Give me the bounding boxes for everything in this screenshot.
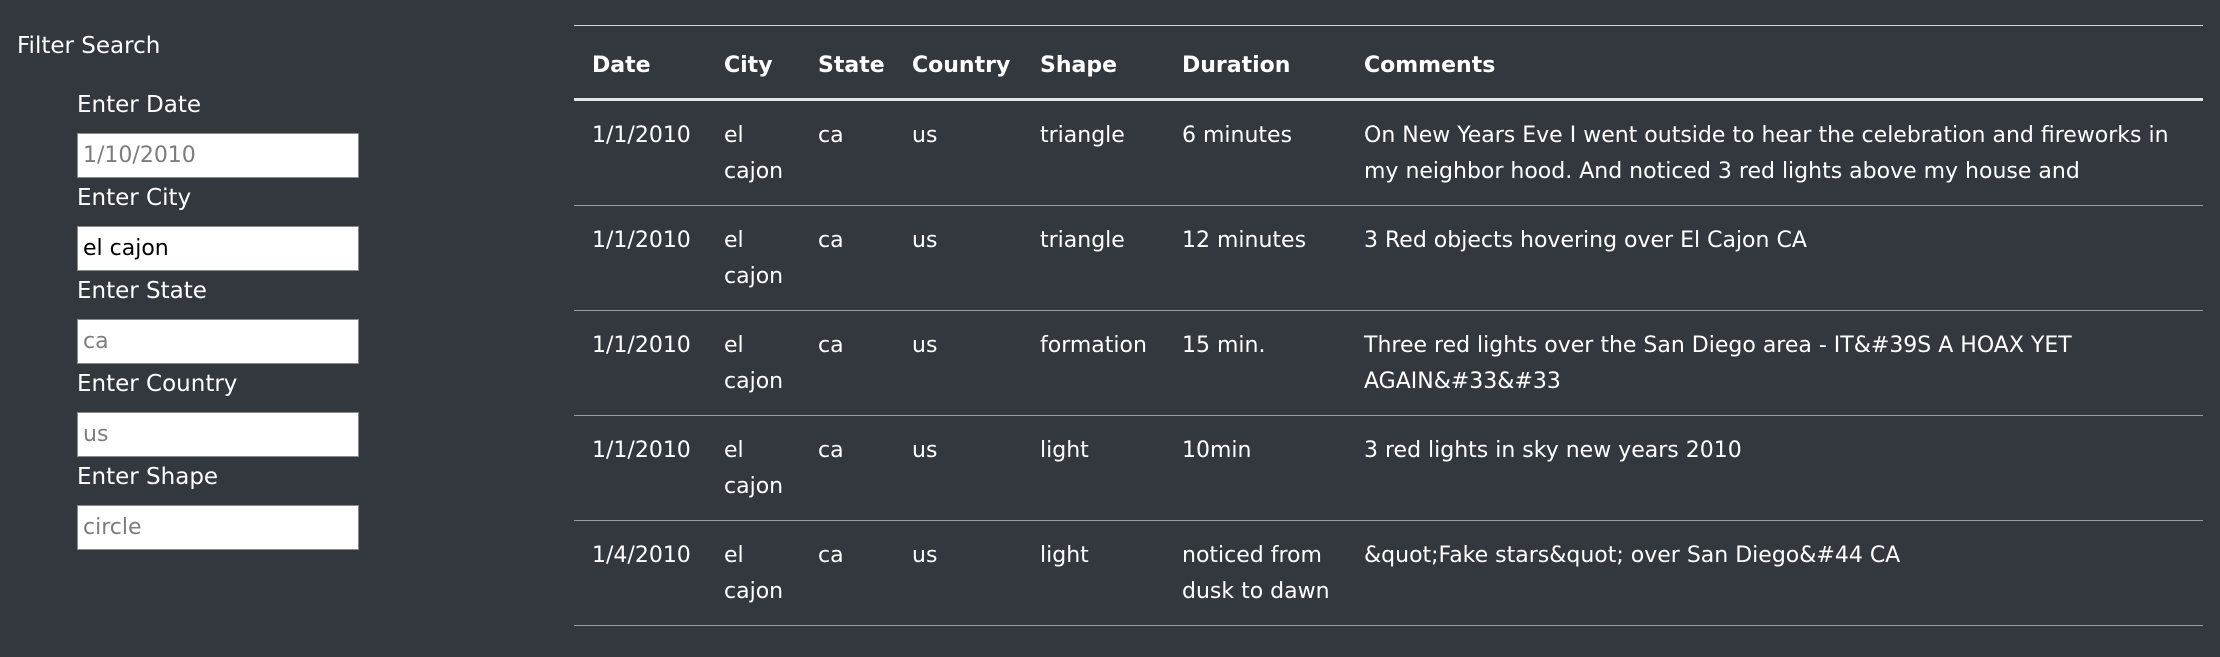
column-header-state: State — [800, 25, 894, 101]
cell-state: ca — [800, 520, 894, 626]
table-row: 1/4/2010 el cajon ca us light noticed fr… — [574, 520, 2203, 626]
column-header-shape: Shape — [1022, 25, 1164, 101]
cell-shape: light — [1022, 520, 1164, 626]
column-header-duration: Duration — [1164, 25, 1346, 101]
cell-comments: 3 red lights in sky new years 2010 — [1346, 415, 2203, 521]
table-body: 1/1/2010 el cajon ca us triangle 6 minut… — [574, 99, 2203, 626]
cell-comments: &quot;Fake stars&quot; over San Diego&#4… — [1346, 520, 2203, 626]
column-header-country: Country — [894, 25, 1022, 101]
table-row: 1/1/2010 el cajon ca us triangle 6 minut… — [574, 99, 2203, 206]
column-header-comments: Comments — [1346, 25, 2203, 101]
filter-item-country: Enter Country — [77, 368, 377, 461]
cell-duration: 15 min. — [1164, 310, 1346, 416]
column-header-city: City — [706, 25, 800, 101]
shape-label: Enter Shape — [77, 464, 219, 490]
cell-country: us — [894, 415, 1022, 521]
ufo-sightings-table: Date City State Country Shape Duration C… — [574, 25, 2203, 626]
country-label: Enter Country — [77, 371, 238, 397]
cell-comments: On New Years Eve I went outside to hear … — [1346, 99, 2203, 206]
filter-search-title: Filter Search — [17, 33, 161, 59]
table-row: 1/1/2010 el cajon ca us formation 15 min… — [574, 310, 2203, 416]
city-input[interactable] — [77, 226, 359, 271]
cell-date: 1/1/2010 — [574, 205, 706, 311]
cell-city: el cajon — [706, 205, 800, 311]
city-label: Enter City — [77, 185, 192, 211]
header-row: Date City State Country Shape Duration C… — [574, 25, 2203, 101]
cell-state: ca — [800, 415, 894, 521]
table-row: 1/1/2010 el cajon ca us light 10min 3 re… — [574, 415, 2203, 521]
table-row: 1/1/2010 el cajon ca us triangle 12 minu… — [574, 205, 2203, 311]
filter-item-state: Enter State — [77, 275, 377, 368]
shape-input[interactable] — [77, 505, 359, 550]
state-label: Enter State — [77, 278, 207, 304]
country-input[interactable] — [77, 412, 359, 457]
cell-country: us — [894, 310, 1022, 416]
cell-state: ca — [800, 99, 894, 206]
cell-city: el cajon — [706, 99, 800, 206]
cell-date: 1/1/2010 — [574, 99, 706, 206]
cell-date: 1/1/2010 — [574, 310, 706, 416]
cell-shape: formation — [1022, 310, 1164, 416]
filter-item-date: Enter Date — [77, 89, 377, 182]
filter-item-city: Enter City — [77, 182, 377, 275]
filter-list: Enter Date Enter City Enter State Enter … — [77, 89, 377, 554]
cell-state: ca — [800, 205, 894, 311]
cell-duration: 12 minutes — [1164, 205, 1346, 311]
state-input[interactable] — [77, 319, 359, 364]
cell-comments: Three red lights over the San Diego area… — [1346, 310, 2203, 416]
cell-shape: light — [1022, 415, 1164, 521]
filter-panel: Filter Search Enter Date Enter City Ente… — [0, 0, 560, 657]
cell-country: us — [894, 205, 1022, 311]
cell-duration: 10min — [1164, 415, 1346, 521]
cell-shape: triangle — [1022, 205, 1164, 311]
cell-city: el cajon — [706, 310, 800, 416]
cell-date: 1/4/2010 — [574, 520, 706, 626]
cell-city: el cajon — [706, 415, 800, 521]
cell-duration: 6 minutes — [1164, 99, 1346, 206]
cell-date: 1/1/2010 — [574, 415, 706, 521]
cell-comments: 3 Red objects hovering over El Cajon CA — [1346, 205, 2203, 311]
cell-country: us — [894, 520, 1022, 626]
cell-country: us — [894, 99, 1022, 206]
cell-shape: triangle — [1022, 99, 1164, 206]
cell-city: el cajon — [706, 520, 800, 626]
cell-duration: noticed from dusk to dawn — [1164, 520, 1346, 626]
column-header-date: Date — [574, 25, 706, 101]
ufo-table-container: Date City State Country Shape Duration C… — [574, 25, 2203, 647]
cell-state: ca — [800, 310, 894, 416]
table-header: Date City State Country Shape Duration C… — [574, 25, 2203, 101]
filter-item-shape: Enter Shape — [77, 461, 377, 554]
date-label: Enter Date — [77, 92, 202, 118]
date-input[interactable] — [77, 133, 359, 178]
